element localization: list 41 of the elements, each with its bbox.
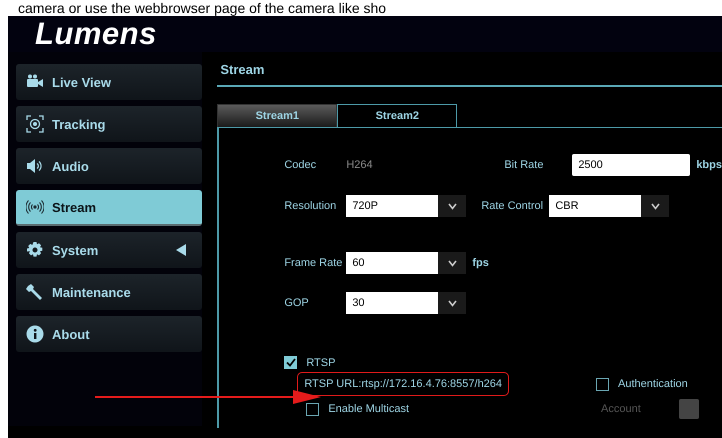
chevron-down-icon xyxy=(650,202,660,210)
field-label: Resolution xyxy=(284,200,338,212)
broadcast-icon xyxy=(26,198,44,216)
field-label: Rate Control xyxy=(481,200,544,212)
field-label: Codec xyxy=(284,159,318,171)
checkbox[interactable] xyxy=(596,378,610,390)
checkbox-label: RTSP xyxy=(306,356,336,368)
field-label: Frame Rate xyxy=(284,257,342,269)
unit-label: kbps xyxy=(696,159,722,171)
sidebar-item[interactable]: System xyxy=(16,232,202,268)
checkbox[interactable] xyxy=(306,402,320,416)
checkbox[interactable] xyxy=(284,356,298,369)
account-field[interactable] xyxy=(678,399,699,419)
field-label: Account xyxy=(601,403,641,415)
unit-label: fps xyxy=(472,257,489,269)
tab[interactable]: Stream1 xyxy=(217,104,338,127)
speaker-icon xyxy=(26,157,44,175)
sidebar-item[interactable]: About xyxy=(16,316,202,352)
checkbox-label: Enable Multicast xyxy=(328,403,410,415)
logo: Lumens xyxy=(35,16,157,52)
chevron-down-icon xyxy=(448,300,457,306)
info-icon xyxy=(26,325,44,343)
sidebar-item[interactable]: Maintenance xyxy=(16,274,202,310)
sidebar-item[interactable]: Live View xyxy=(16,64,202,100)
rtsp-url: RTSP URL:rtsp://172.16.4.76:8557/h264 xyxy=(297,372,510,396)
target-icon xyxy=(26,115,44,133)
codec-value: H264 xyxy=(346,159,374,171)
sidebar-item[interactable]: Stream xyxy=(16,190,202,226)
settings-icon xyxy=(26,241,44,259)
checkbox-label: Authentication xyxy=(618,378,688,390)
chevron-down-icon xyxy=(448,202,457,210)
sidebar-item[interactable]: Tracking xyxy=(16,106,202,142)
field-label: GOP xyxy=(284,297,310,309)
document-text: camera or use the webbrowser page of the camera like sho xyxy=(17,0,388,16)
chevron-down-icon xyxy=(448,260,457,266)
page-title: Stream xyxy=(217,52,722,87)
field-label: Bit Rate xyxy=(504,159,544,171)
input-field[interactable]: 2500 xyxy=(572,154,690,176)
tab[interactable]: Stream2 xyxy=(337,104,458,127)
triangle-left-icon xyxy=(176,244,186,256)
sidebar-item[interactable]: Audio xyxy=(16,148,202,184)
